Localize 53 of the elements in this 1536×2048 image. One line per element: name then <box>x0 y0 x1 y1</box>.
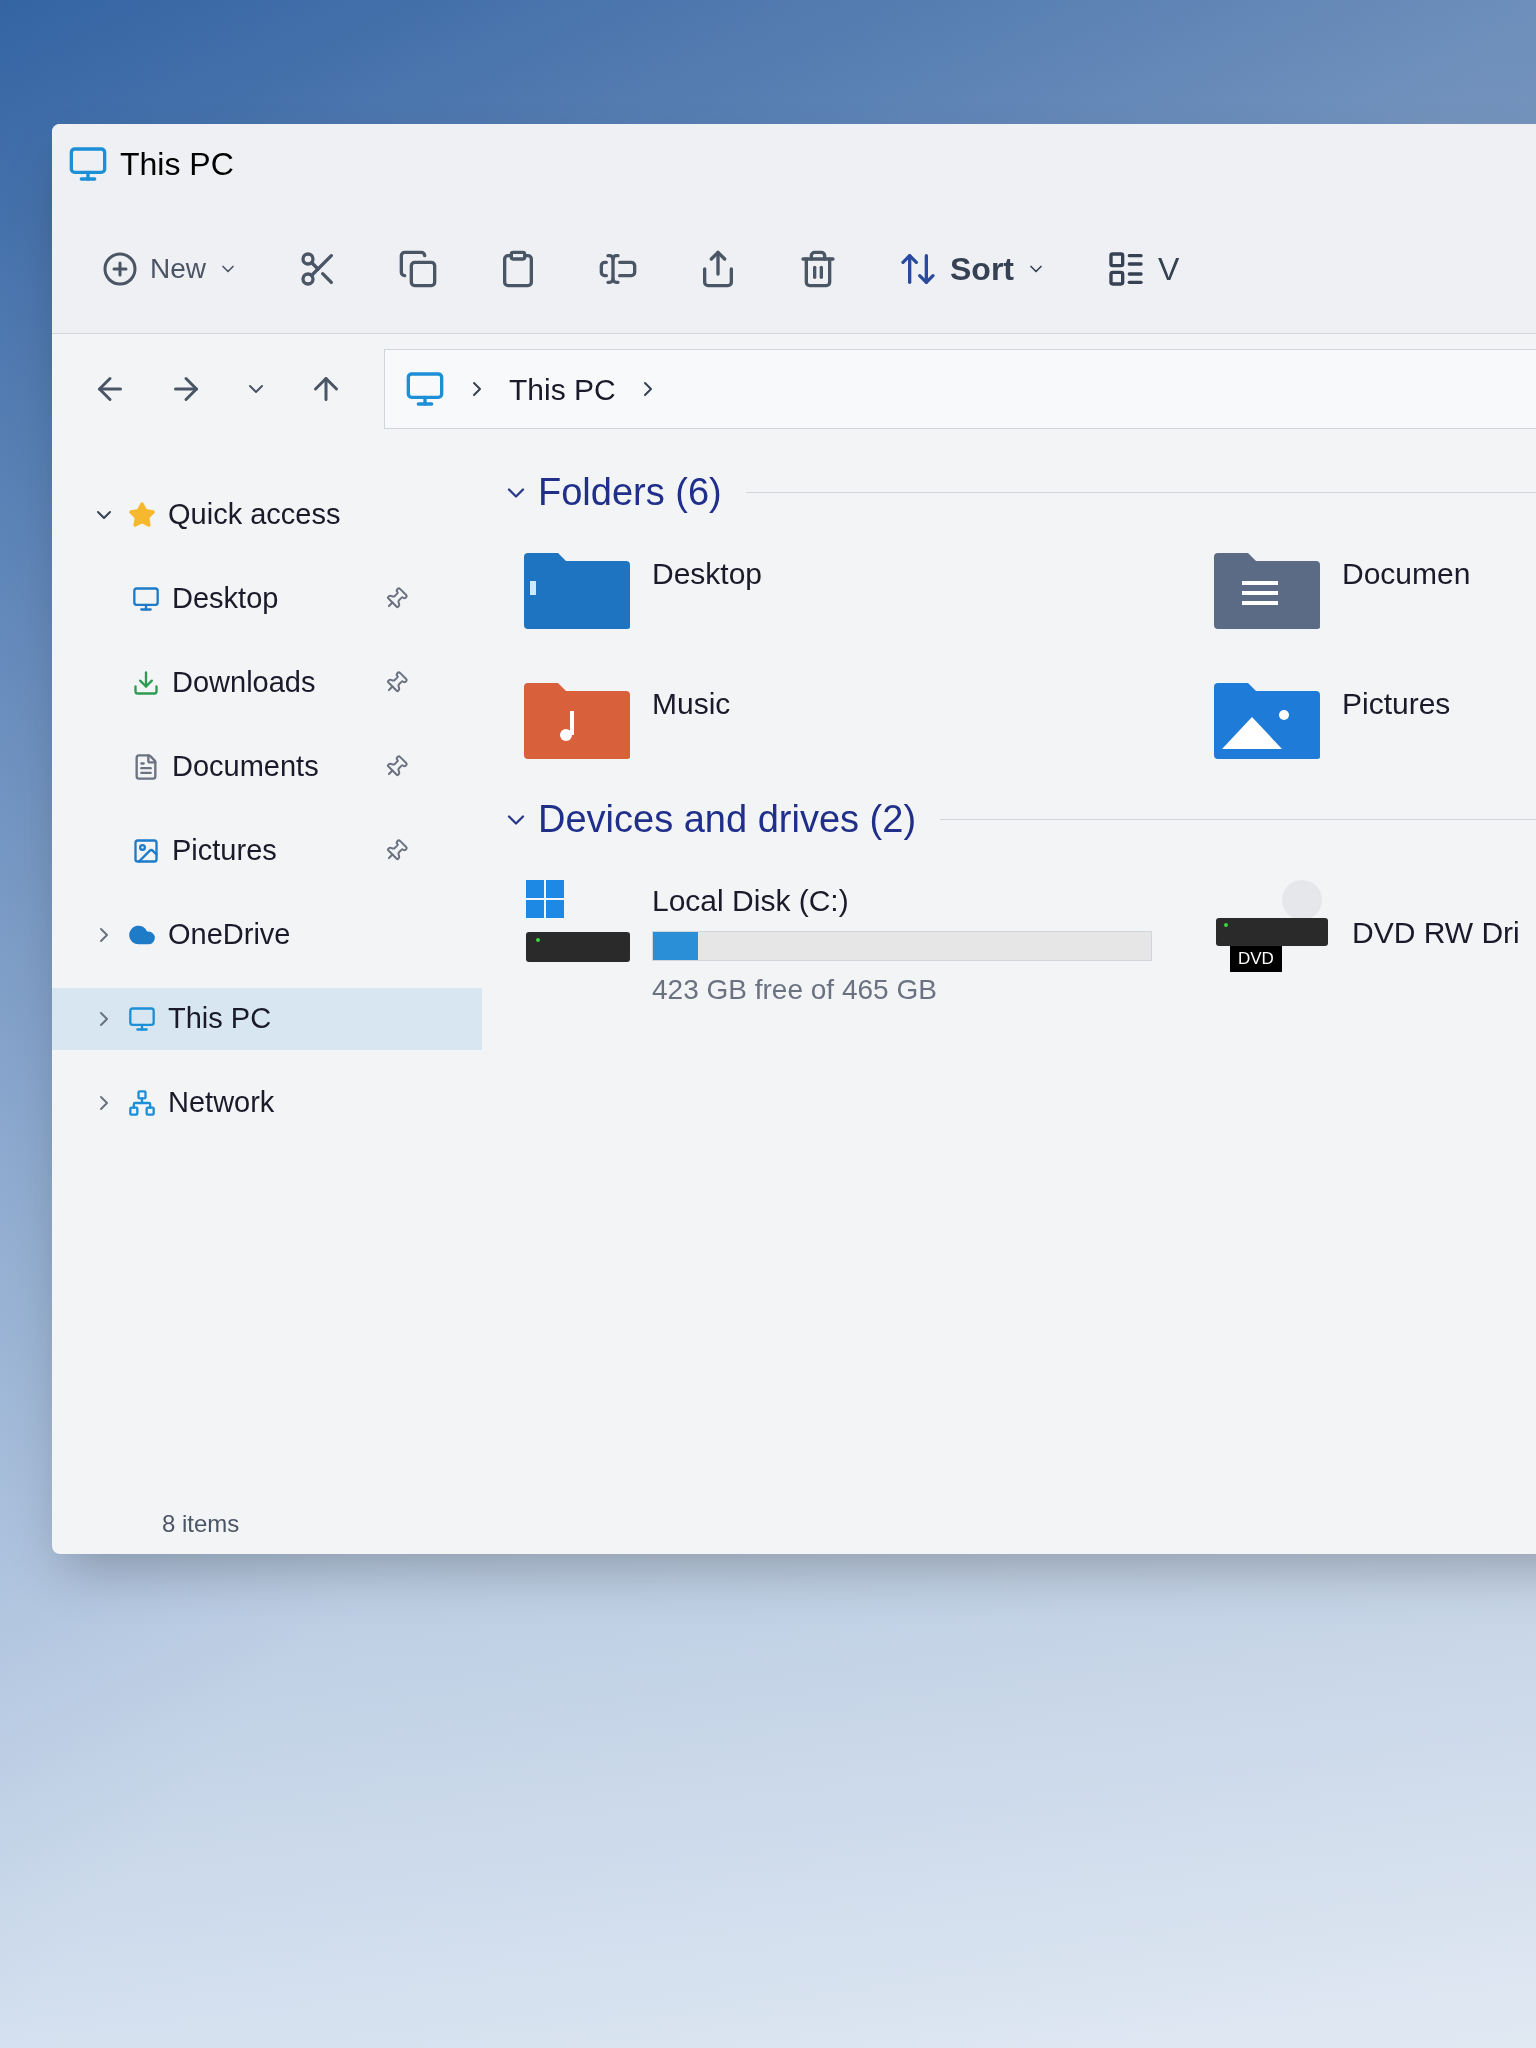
sidebar-item[interactable]: OneDrive <box>52 904 482 966</box>
monitor-icon <box>128 1005 156 1033</box>
sidebar-label: Quick access <box>168 497 342 533</box>
sidebar-item[interactable]: Quick access <box>52 484 482 546</box>
status-text: 8 items <box>162 1509 240 1539</box>
folder-name: Desktop <box>652 556 763 592</box>
free-space-text: 423 GB free of 465 GB <box>652 973 938 1007</box>
monitor-icon <box>68 144 108 184</box>
folder-icon <box>522 551 632 631</box>
sort-button[interactable]: Sort <box>898 244 1046 293</box>
sidebar-item[interactable]: This PC <box>52 988 482 1050</box>
section-heading: Folders (6) <box>538 470 722 515</box>
sidebar-label: This PC <box>168 1001 273 1037</box>
breadcrumb-item[interactable]: This PC <box>509 366 616 412</box>
view-button[interactable]: V <box>1106 244 1180 293</box>
folder-name: Music <box>652 686 731 722</box>
dvd-label: DVD <box>1230 946 1282 972</box>
address-bar[interactable]: This PC <box>384 349 1536 429</box>
sidebar-item[interactable]: Documents <box>52 736 482 798</box>
section-heading: Devices and drives (2) <box>538 797 917 842</box>
drive-name: DVD RW Dri <box>1352 915 1520 951</box>
folder-item[interactable]: Desktop <box>522 551 1212 631</box>
drive-item[interactable]: DVD DVD RW Dri <box>1212 878 1536 1011</box>
folder-icon <box>1212 681 1322 761</box>
window-title: This PC <box>120 145 234 184</box>
folder-icon <box>1212 551 1322 631</box>
folder-icon <box>522 681 632 761</box>
star-icon <box>128 501 156 529</box>
folder-name: Documen <box>1342 556 1471 592</box>
network-icon <box>128 1089 156 1117</box>
new-button[interactable]: New <box>102 247 238 290</box>
sidebar-label: Downloads <box>172 665 317 701</box>
sidebar-label: Documents <box>172 749 320 785</box>
folder-item[interactable]: Music <box>522 681 1212 761</box>
drive-name: Local Disk (C:) <box>652 883 850 919</box>
sidebar-label: Pictures <box>172 833 278 869</box>
copy-icon[interactable] <box>398 248 438 289</box>
sidebar-label: Network <box>168 1085 276 1121</box>
sidebar-item[interactable]: Network <box>52 1072 482 1134</box>
sidebar-item[interactable]: Desktop <box>52 568 482 630</box>
drive-item[interactable]: Local Disk (C:) 423 GB free of 465 GB <box>522 878 1212 1011</box>
sidebar-item[interactable]: Downloads <box>52 652 482 714</box>
folder-item[interactable]: Pictures <box>1212 681 1536 761</box>
folder-item[interactable]: Documen <box>1212 551 1536 631</box>
monitor-icon <box>405 369 445 409</box>
plus-icon <box>102 250 138 287</box>
monitor-icon <box>132 585 160 613</box>
folder-name: Pictures <box>1342 686 1451 722</box>
picture-icon <box>132 837 160 865</box>
sidebar-label: Desktop <box>172 581 280 617</box>
sidebar-item[interactable]: Pictures <box>52 820 482 882</box>
sidebar-label: OneDrive <box>168 917 292 953</box>
download-icon <box>132 669 160 697</box>
